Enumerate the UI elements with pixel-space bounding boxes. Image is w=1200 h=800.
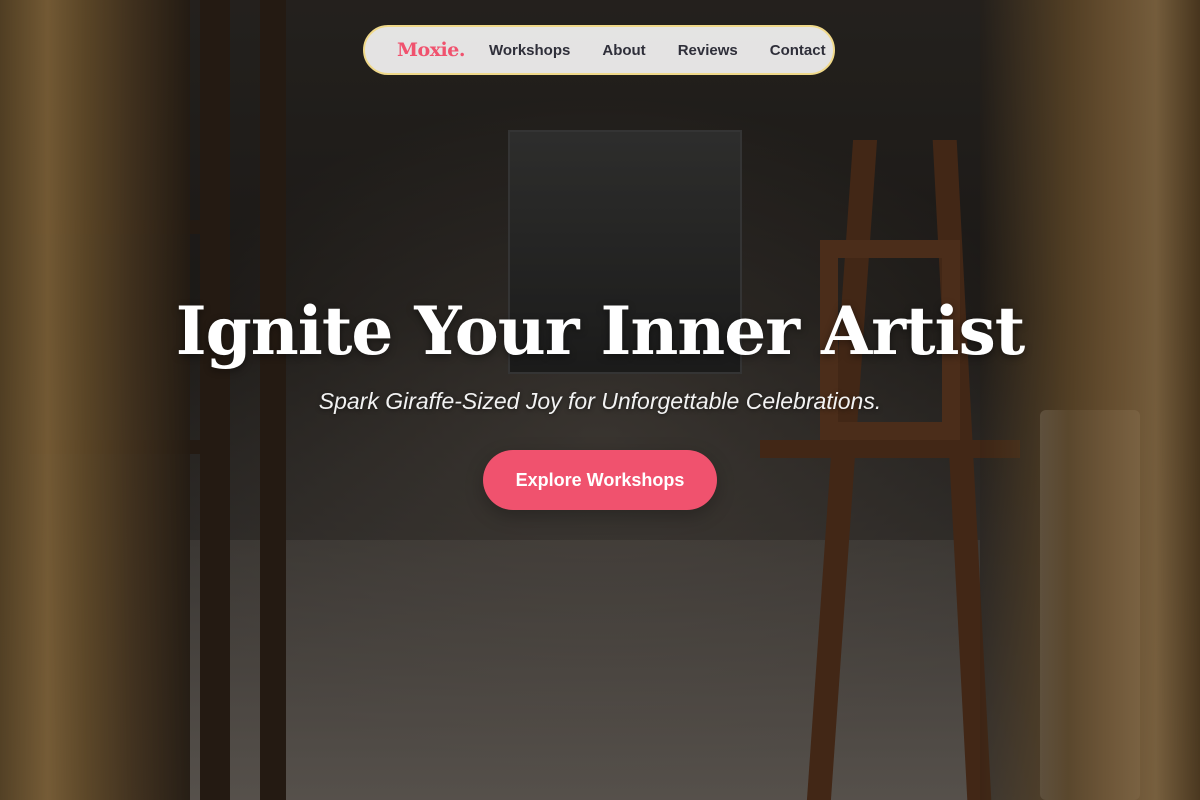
logo[interactable]: Moxie. [397,39,465,61]
nav-links: Workshops About Reviews Contact [489,42,826,59]
nav-link-contact[interactable]: Contact [770,42,826,59]
nav-link-about[interactable]: About [602,42,645,59]
hero-title: Ignite Your Inner Artist [175,292,1025,370]
nav-link-reviews[interactable]: Reviews [678,42,738,59]
hero-subtitle: Spark Giraffe-Sized Joy for Unforgettabl… [318,388,882,414]
top-navbar: Moxie. Workshops About Reviews Contact [363,25,835,75]
explore-workshops-button[interactable]: Explore Workshops [483,450,717,510]
nav-link-workshops[interactable]: Workshops [489,42,570,59]
